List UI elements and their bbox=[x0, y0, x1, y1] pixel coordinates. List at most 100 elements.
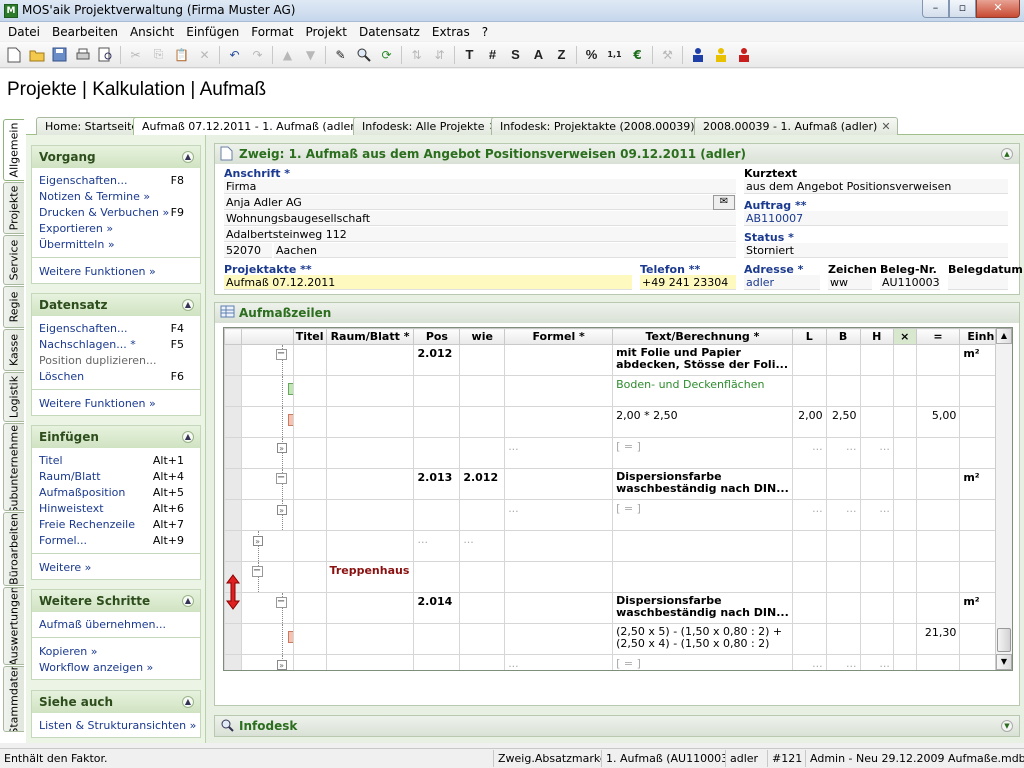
menu-format[interactable]: Format bbox=[245, 25, 299, 39]
table-row[interactable]: » ... [ = ] ... ... ... bbox=[224, 437, 1012, 469]
col-b[interactable]: B bbox=[825, 328, 861, 345]
einfuegen-hinweistext[interactable]: Hinweistext Alt+6 bbox=[32, 500, 200, 516]
drag-handle-icon[interactable] bbox=[226, 574, 240, 613]
open-folder-icon[interactable] bbox=[25, 44, 48, 66]
decimal-format-icon[interactable]: 1,1 bbox=[603, 44, 626, 66]
einfuegen-raum[interactable]: Raum/Blatt Alt+4 bbox=[32, 468, 200, 484]
col-pos[interactable]: Pos bbox=[413, 328, 461, 345]
close-tab-icon[interactable]: ✕ bbox=[881, 120, 890, 133]
table-row[interactable]: 2,00 * 2,50 2,00 2,50 5,00 bbox=[224, 406, 1012, 438]
refresh-icon[interactable]: ⟳ bbox=[375, 44, 398, 66]
menu-datei[interactable]: Datei bbox=[2, 25, 46, 39]
table-row[interactable]: Boden- und Deckenflächen bbox=[224, 375, 1012, 407]
schritte-uebernehmen[interactable]: Aufmaß übernehmen... bbox=[32, 616, 200, 632]
status-field[interactable]: Storniert bbox=[744, 243, 1008, 258]
expand-arrow-icon[interactable]: » bbox=[276, 660, 287, 670]
vtab-auswertungen[interactable]: Auswertungen bbox=[3, 587, 24, 665]
collapse-icon[interactable]: ▲ bbox=[182, 431, 194, 443]
menu-projekt[interactable]: Projekt bbox=[300, 25, 353, 39]
table-row[interactable]: − 2.012 mit Folie und Papier abdecken, St… bbox=[224, 344, 1012, 376]
move-down-icon[interactable]: ▼ bbox=[299, 44, 322, 66]
col-l[interactable]: L bbox=[791, 328, 827, 345]
vtab-bueroarbeiten[interactable]: Büroarbeiten bbox=[3, 512, 24, 586]
insert-s-button[interactable]: S bbox=[504, 44, 527, 66]
col-raum[interactable]: Raum/Blatt * bbox=[325, 328, 415, 345]
sort-icon[interactable]: ⇅ bbox=[405, 44, 428, 66]
ort-field[interactable]: Aachen bbox=[274, 243, 736, 258]
vtab-service[interactable]: Service bbox=[3, 235, 24, 285]
col-h[interactable]: H bbox=[859, 328, 894, 345]
table-row[interactable]: » ... ... bbox=[224, 530, 1012, 562]
vtab-allgemein[interactable]: Allgemein bbox=[3, 119, 24, 181]
schritte-workflow[interactable]: Workflow anzeigen » bbox=[32, 659, 200, 675]
vorgang-exportieren[interactable]: Exportieren » bbox=[32, 220, 200, 236]
group-header[interactable]: Weitere Schritte ▲ bbox=[32, 590, 200, 612]
vorgang-uebermitteln[interactable]: Übermitteln » bbox=[32, 236, 200, 252]
user-yellow-icon[interactable] bbox=[709, 44, 732, 66]
group-header[interactable]: Einfügen ▲ bbox=[32, 426, 200, 448]
collapse-icon[interactable]: ▲ bbox=[182, 595, 194, 607]
col-text[interactable]: Text/Berechnung * bbox=[612, 328, 793, 345]
group-header[interactable]: Datensatz ▲ bbox=[32, 294, 200, 316]
vtab-stammdaten[interactable]: Stammdaten bbox=[3, 666, 24, 732]
panel-header[interactable]: Infodesk ▼ bbox=[215, 716, 1019, 736]
user-blue-icon[interactable] bbox=[686, 44, 709, 66]
insert-z-button[interactable]: Z bbox=[550, 44, 573, 66]
anschrift-line-2[interactable]: Anja Adler AG bbox=[224, 195, 736, 210]
vorgang-drucken[interactable]: Drucken & Verbuchen » F9 bbox=[32, 204, 200, 220]
col-wie[interactable]: wie bbox=[459, 328, 506, 345]
table-row[interactable]: » ... [ = ] ... ... ... bbox=[224, 499, 1012, 531]
expand-arrow-icon[interactable]: » bbox=[276, 505, 287, 515]
user-red-icon[interactable] bbox=[732, 44, 755, 66]
belegdatum-field[interactable] bbox=[948, 275, 1008, 290]
datensatz-weitere-funktionen[interactable]: Weitere Funktionen » bbox=[32, 395, 200, 411]
expand-icon[interactable]: ▼ bbox=[1001, 720, 1013, 732]
tab-infodesk-projekte[interactable]: Infodesk: Alle Projekte✕ bbox=[353, 117, 505, 135]
vtab-subunternehmer[interactable]: Subunternehmer bbox=[3, 423, 24, 511]
close-window-button[interactable]: ✕ bbox=[976, 0, 1020, 18]
datensatz-nachschlagen[interactable]: Nachschlagen... * F5 bbox=[32, 336, 200, 352]
table-row[interactable]: − Treppenhaus bbox=[224, 561, 1012, 593]
auftrag-field[interactable]: AB110007 bbox=[744, 211, 1008, 226]
tools-icon[interactable]: ⚒ bbox=[656, 44, 679, 66]
anschrift-line-3[interactable]: Wohnungsbaugesellschaft bbox=[224, 211, 736, 226]
new-document-icon[interactable] bbox=[2, 44, 25, 66]
einfuegen-titel[interactable]: Titel Alt+1 bbox=[32, 452, 200, 468]
find-icon[interactable] bbox=[352, 44, 375, 66]
einfuegen-weitere[interactable]: Weitere » bbox=[32, 559, 200, 575]
insert-a-button[interactable]: A bbox=[527, 44, 550, 66]
telefon-field[interactable]: +49 241 23304 bbox=[640, 275, 736, 290]
einfuegen-rechenzeile[interactable]: Freie Rechenzeile Alt+7 bbox=[32, 516, 200, 532]
projektakte-field[interactable]: Aufmaß 07.12.2011 bbox=[224, 275, 632, 290]
percent-button[interactable]: % bbox=[580, 44, 603, 66]
table-row[interactable]: − 2.013 2.012 Dispersionsfarbe waschbestä… bbox=[224, 468, 1012, 500]
vorgang-weitere-funktionen[interactable]: Weitere Funktionen » bbox=[32, 263, 200, 279]
scroll-up-icon[interactable]: ▲ bbox=[996, 328, 1012, 344]
menu-ansicht[interactable]: Ansicht bbox=[124, 25, 180, 39]
belegnr-field[interactable]: AU110003 bbox=[880, 275, 940, 290]
kurztext-field[interactable]: aus dem Angebot Positionsverweisen bbox=[744, 179, 1008, 194]
col-faktor[interactable]: × bbox=[892, 328, 917, 345]
insert-titel-button[interactable]: T bbox=[458, 44, 481, 66]
menu-einfuegen[interactable]: Einfügen bbox=[180, 25, 245, 39]
collapse-node-icon[interactable]: − bbox=[275, 349, 287, 360]
tab-home[interactable]: Home: Startseite bbox=[36, 117, 146, 135]
collapse-node-icon[interactable]: − bbox=[275, 473, 287, 484]
schritte-kopieren[interactable]: Kopieren » bbox=[32, 643, 200, 659]
paste-icon[interactable]: 📋 bbox=[170, 44, 193, 66]
move-up-icon[interactable]: ▲ bbox=[276, 44, 299, 66]
vtab-projekte[interactable]: Projekte bbox=[3, 182, 24, 234]
vertical-scrollbar[interactable]: ▲ ▼ bbox=[995, 328, 1012, 670]
menu-help[interactable]: ? bbox=[476, 25, 494, 39]
scroll-down-icon[interactable]: ▼ bbox=[996, 654, 1012, 670]
save-icon[interactable] bbox=[48, 44, 71, 66]
vtab-kasse[interactable]: Kasse bbox=[3, 329, 24, 371]
menu-extras[interactable]: Extras bbox=[426, 25, 476, 39]
table-row[interactable]: (2,50 x 5) - (1,50 x 0,80 : 2) + (2,50 x … bbox=[224, 623, 1012, 655]
group-header[interactable]: Siehe auch ▲ bbox=[32, 691, 200, 713]
currency-icon[interactable]: € bbox=[626, 44, 649, 66]
table-row[interactable]: − 2.014 Dispersionsfarbe waschbeständig n… bbox=[224, 592, 1012, 624]
datensatz-duplizieren[interactable]: Position duplizieren... bbox=[32, 352, 200, 368]
maximize-button[interactable]: ▫ bbox=[949, 0, 976, 18]
undo-icon[interactable]: ↶ bbox=[223, 44, 246, 66]
